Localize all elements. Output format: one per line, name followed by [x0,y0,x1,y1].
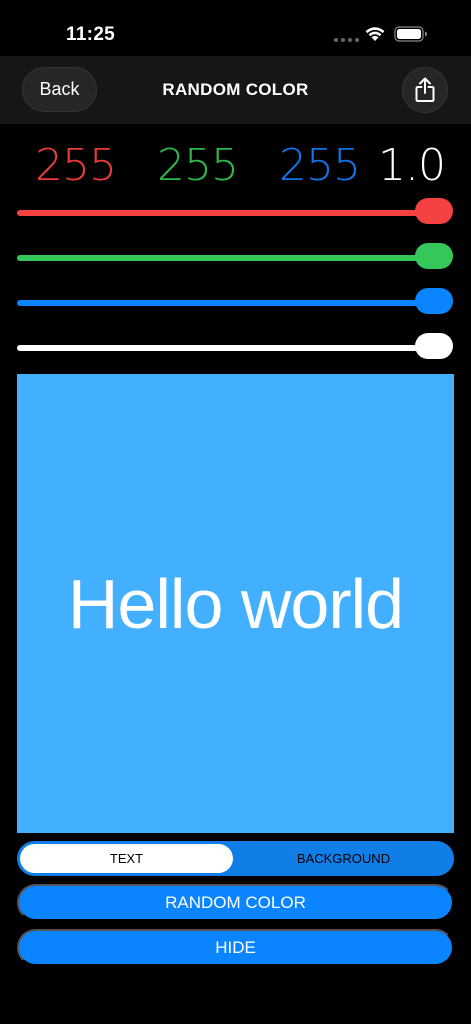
share-icon [415,77,435,102]
blue-slider[interactable] [17,288,453,318]
alpha-slider[interactable] [17,333,453,363]
page-title: RANDOM COLOR [162,80,309,99]
segment-text[interactable]: TEXT [20,844,233,873]
green-slider[interactable] [17,243,453,273]
green-slider-thumb[interactable] [415,243,453,269]
status-time: 11:25 [66,24,116,45]
random-color-button[interactable]: RANDOM COLOR [17,884,454,921]
status-bar: 11:25 [0,0,471,56]
red-slider[interactable] [17,198,453,228]
color-preview: Hello world [17,374,454,833]
signal-dots-icon [334,38,359,42]
red-slider-thumb[interactable] [415,198,453,224]
blue-slider-thumb[interactable] [415,288,453,314]
hide-button[interactable]: HIDE [17,929,454,966]
blue-slider-track [17,300,434,306]
green-value: 255 [157,140,239,191]
red-value: 255 [35,140,117,191]
battery-icon [394,26,427,42]
red-slider-track [17,210,434,216]
segment-background[interactable]: BACKGROUND [235,844,452,873]
share-button[interactable] [402,67,448,113]
alpha-slider-thumb[interactable] [415,333,453,359]
target-segmented-control[interactable]: TEXT BACKGROUND [17,841,454,876]
blue-value: 255 [279,140,361,191]
alpha-value: 1.0 [378,140,446,191]
wifi-icon [365,27,385,41]
nav-bar: Back RANDOM COLOR [0,56,471,124]
green-slider-track [17,255,434,261]
preview-text: Hello world [67,564,404,643]
alpha-slider-track [17,345,434,351]
